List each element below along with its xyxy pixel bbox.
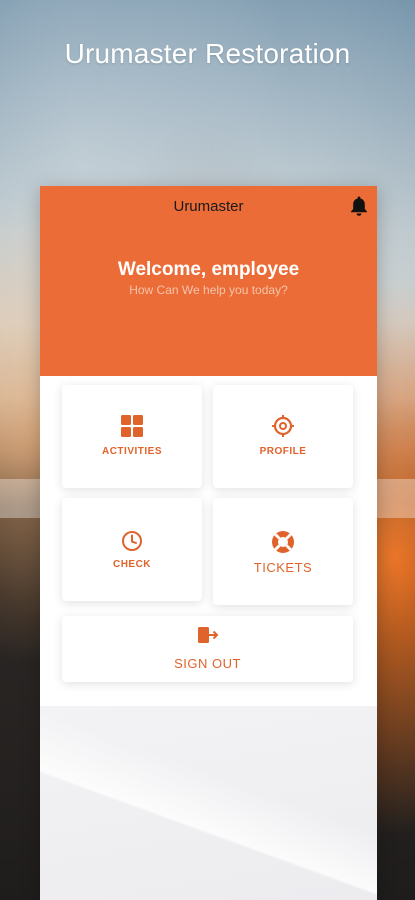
app-screen: Urumaster Welcome, employee How Can We h…: [40, 186, 377, 900]
lifebuoy-icon: [271, 530, 295, 559]
screen-background: [40, 706, 377, 900]
grid-icon: [121, 415, 143, 442]
tickets-button[interactable]: TICKETS: [213, 498, 353, 605]
gear-icon: [272, 415, 294, 442]
check-button[interactable]: CHECK: [62, 498, 202, 601]
sign-out-label: SIGN OUT: [174, 656, 241, 671]
check-label: CHECK: [112, 559, 152, 570]
welcome-title: Welcome, employee: [117, 259, 300, 280]
sign-out-button[interactable]: SIGN OUT: [62, 616, 353, 682]
profile-label: PROFILE: [259, 446, 307, 457]
activities-label: ACTIVITIES: [101, 446, 162, 457]
sign-out-icon: [197, 626, 219, 649]
promo-title: Urumaster Restoration: [64, 38, 351, 69]
profile-button[interactable]: PROFILE: [213, 385, 353, 488]
bell-icon[interactable]: [349, 195, 369, 217]
tickets-label: TICKETS: [253, 560, 313, 575]
activities-button[interactable]: ACTIVITIES: [62, 385, 202, 488]
welcome-subtitle: How Can We help you today?: [129, 283, 288, 297]
app-title: Urumaster: [173, 198, 244, 215]
clock-icon: [121, 530, 143, 557]
